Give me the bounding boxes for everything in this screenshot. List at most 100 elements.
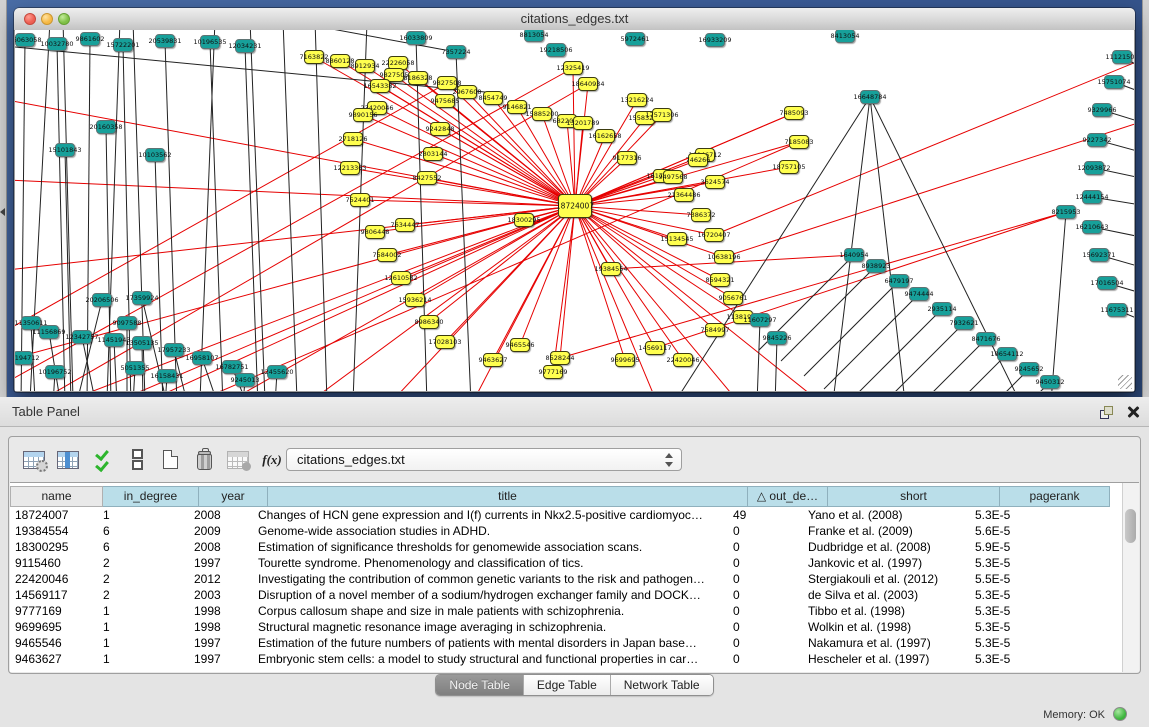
table-row[interactable]: 911546021997Tourette syndrome. Phenomeno… [10,555,1122,571]
table-row[interactable]: 1830029562008Estimation of significance … [10,539,1122,555]
network-node[interactable]: 16648784 [860,90,880,104]
network-node[interactable]: 9806448 [365,225,385,239]
close-panel-icon[interactable] [1127,406,1139,418]
delete-column-button[interactable] [191,445,217,475]
network-node[interactable]: 7386372 [691,208,711,222]
network-node[interactable]: 17957233 [164,343,184,357]
network-node[interactable]: 16210643 [1082,220,1102,234]
network-node[interactable]: 9097588 [117,316,137,330]
column-header-name[interactable]: name [10,486,103,507]
network-node[interactable]: 9699695 [615,353,635,367]
network-node[interactable]: 8860128 [330,54,350,68]
network-node[interactable]: 15936214 [405,293,425,307]
network-node[interactable]: 9861602 [80,32,100,46]
network-node[interactable]: 13505135 [132,336,152,350]
network-node[interactable]: 9245652 [1019,362,1039,376]
network-node[interactable]: 7185083 [789,135,809,149]
network-node[interactable]: 13201789 [573,116,593,130]
network-node[interactable]: 8215953 [1056,205,1076,219]
table-row[interactable]: 977716911998Corpus callosum shape and si… [10,603,1122,619]
table-row[interactable]: 946362711997Embryonic stem cells: a mode… [10,651,1122,667]
network-node[interactable]: 9056761 [723,291,743,305]
network-node[interactable]: 19194712 [15,351,33,365]
scrollbar-thumb[interactable] [1125,509,1136,543]
network-node[interactable]: 19218506 [546,43,566,57]
network-node[interactable]: 17028103 [435,335,455,349]
column-header-out_de[interactable]: △ out_de… [748,486,828,507]
network-node[interactable]: 8912934 [355,59,375,73]
network-node[interactable]: 746266 [688,153,708,167]
left-splitter[interactable] [0,0,7,397]
resize-grip-icon[interactable] [1118,375,1132,389]
create-column-button[interactable] [157,445,183,475]
network-node[interactable]: 17016504 [1097,276,1117,290]
network-node[interactable]: 26063058 [15,33,35,47]
network-node[interactable]: 10638196 [714,250,734,264]
network-node[interactable]: 9329966 [1092,103,1112,117]
delete-table-button[interactable] [225,445,251,475]
network-node[interactable]: 9245013 [235,373,255,387]
network-node[interactable]: 9227342 [1087,133,1107,147]
network-node[interactable]: 16720407 [704,228,724,242]
network-node[interactable]: 17571306 [652,108,672,122]
network-node[interactable]: 3624574 [705,175,725,189]
network-node[interactable]: 8471676 [976,332,996,346]
right-splitter[interactable] [1142,0,1149,397]
table-scrollbar[interactable] [1122,483,1139,672]
tab-network-table[interactable]: Network Table [610,675,713,695]
network-node[interactable]: 20160358 [96,120,116,134]
network-node[interactable]: 15751074 [1104,75,1124,89]
network-node[interactable]: 22420046 [673,353,693,367]
table-row[interactable]: 969969511998Structural magnetic resonanc… [10,619,1122,635]
network-node[interactable]: 10103562 [145,148,165,162]
network-canvas[interactable]: 7163822886012889129342222605898275051654… [15,30,1134,391]
network-node[interactable]: 10032780 [47,37,67,51]
network-node[interactable]: 16033809 [406,31,426,45]
network-node[interactable]: 9146821 [507,100,527,114]
network-node[interactable]: 8813054 [524,30,544,42]
network-node[interactable]: 8413054 [835,30,855,43]
network-node[interactable]: 13216224 [627,93,647,107]
network-node[interactable]: 20206506 [92,293,112,307]
network-node[interactable]: 20539831 [155,34,175,48]
network-node[interactable]: 18757105 [779,160,799,174]
network-node[interactable]: 8938923 [866,259,886,273]
network-node[interactable]: 15101843 [55,143,75,157]
column-header-year[interactable]: year [199,486,268,507]
network-node[interactable]: 10196752 [45,365,65,379]
network-node[interactable]: 16162658 [595,129,615,143]
network-node[interactable]: 9474444 [909,287,929,301]
network-node[interactable]: 9450312 [1040,375,1060,389]
network-node[interactable]: 16543382 [370,79,390,93]
network-node[interactable]: 7634447 [395,218,415,232]
network-node[interactable]: 9845226 [767,331,787,345]
network-node[interactable]: 7584002 [377,248,397,262]
unselect-all-button[interactable] [123,445,149,475]
tab-node-table[interactable]: Node Table [436,675,523,695]
table-row[interactable]: 2242004622012Investigating the contribut… [10,571,1122,587]
network-node[interactable]: 5972461 [625,32,645,46]
column-header-title[interactable]: title [268,486,748,507]
network-node[interactable]: 2718126 [343,132,363,146]
column-header-pagerank[interactable]: pagerank [1000,486,1110,507]
network-node[interactable]: 7357224 [446,45,466,59]
network-node[interactable]: 8186328 [408,71,428,85]
network-node[interactable]: 11156869 [39,325,59,339]
network-node[interactable]: 2935114 [932,302,952,316]
network-node[interactable]: 15134545 [667,232,687,246]
network-node[interactable]: 8427552 [417,171,437,185]
network-node[interactable]: 2803144 [423,147,443,161]
network-node[interactable]: 9497568 [663,170,683,184]
function-builder-button[interactable]: f(x) [259,445,285,475]
table-row[interactable]: 1938455462009Genome-wide association stu… [10,523,1122,539]
network-node[interactable]: 12034231 [235,39,255,53]
network-node[interactable]: 16782751 [222,360,242,374]
network-node[interactable]: 8528244 [550,351,570,365]
network-node[interactable]: 7163822 [304,50,324,64]
network-node[interactable]: 10654112 [997,347,1017,361]
network-node[interactable]: 8594321 [710,273,730,287]
network-node[interactable]: 11121504 [1112,50,1132,64]
network-node[interactable]: 21364486 [674,188,694,202]
network-node[interactable]: 7485093 [784,106,804,120]
network-node[interactable]: 12093872 [1084,161,1104,175]
